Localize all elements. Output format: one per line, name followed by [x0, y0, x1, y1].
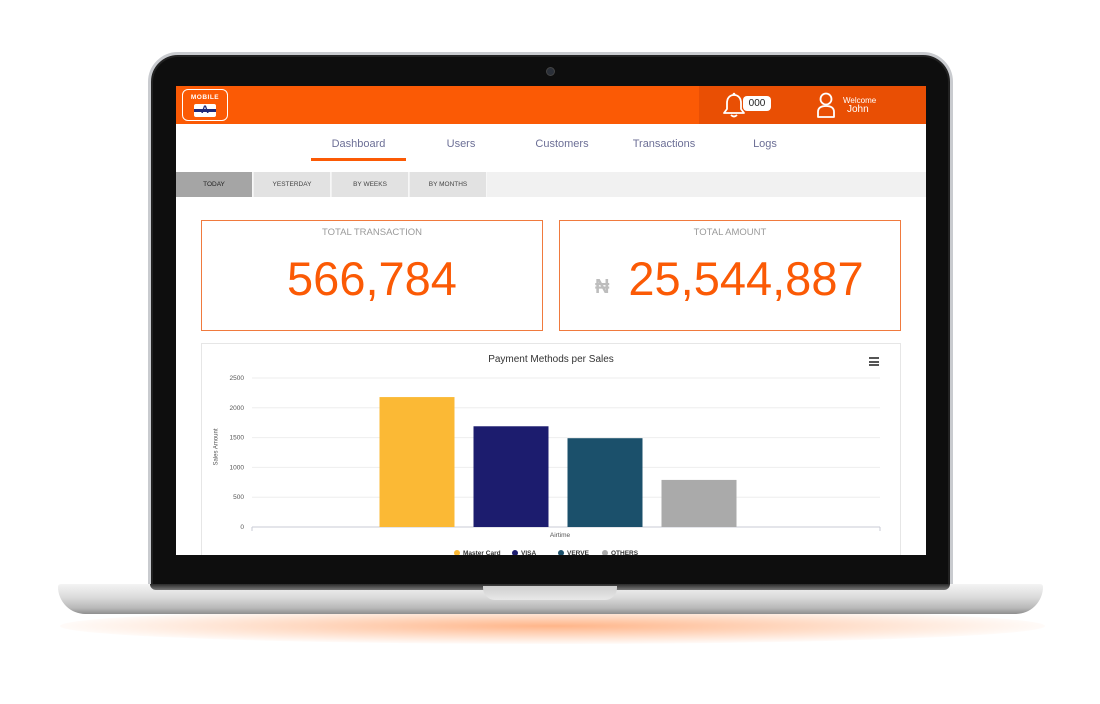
total-transaction-card: TOTAL TRANSACTION 566,784 [201, 220, 543, 331]
active-tab-indicator [311, 158, 406, 161]
laptop-bezel [176, 555, 926, 577]
payment-methods-chart: Payment Methods per Sales Sales Amount 0… [201, 343, 901, 555]
bar-verve [567, 438, 643, 527]
legend-label: VERVE [567, 550, 590, 555]
logo-text: MOBILE [190, 94, 220, 101]
filter-yesterday[interactable]: YESTERDAY [254, 172, 331, 197]
legend-marker [558, 550, 564, 555]
period-filter-bar: TODAY YESTERDAY BY WEEKS BY MONTHS [176, 172, 926, 197]
filter-by-weeks[interactable]: BY WEEKS [332, 172, 409, 197]
total-amount-card: TOTAL AMOUNT ₦ 25,544,887 [559, 220, 901, 331]
total-amount-label: TOTAL AMOUNT [693, 227, 767, 238]
y-tick-label: 1000 [230, 464, 245, 471]
filter-today[interactable]: TODAY [176, 172, 253, 197]
total-transaction-label: TOTAL TRANSACTION [322, 227, 422, 238]
bar-others [661, 479, 737, 527]
total-amount-value: 25,544,887 [628, 252, 864, 305]
legend-label: OTHERS [611, 550, 639, 555]
legend-label: Master Card [463, 550, 501, 555]
notification-count-badge[interactable]: 000 [743, 96, 771, 111]
nav-tab-logs[interactable]: Logs [732, 138, 798, 150]
x-category-label: Airtime [550, 532, 571, 539]
product-mockup: MOBILE A 000 Welcome John Dashboard User… [0, 0, 1100, 704]
y-tick-label: 2500 [230, 375, 245, 382]
y-tick-label: 0 [240, 524, 244, 531]
y-tick-label: 1500 [230, 435, 245, 442]
legend-marker [512, 550, 518, 555]
logo-letter: A [201, 104, 209, 116]
main-nav: Dashboard Users Customers Transactions L… [176, 124, 926, 171]
bar-master-card [379, 397, 455, 527]
y-tick-label: 2000 [230, 405, 245, 412]
username-label: John [847, 104, 869, 115]
logo-mark: A [194, 104, 216, 117]
nav-tab-customers[interactable]: Customers [524, 138, 600, 150]
legend-marker [454, 550, 460, 555]
webcam [546, 67, 555, 76]
bar-visa [473, 426, 549, 527]
mobile-a-logo[interactable]: MOBILE A [182, 89, 228, 121]
laptop-notch [483, 586, 617, 600]
dashboard-screen: MOBILE A 000 Welcome John Dashboard User… [176, 86, 926, 555]
user-icon[interactable] [816, 92, 836, 119]
nav-tab-users[interactable]: Users [426, 138, 496, 150]
legend-label: VISA [521, 550, 536, 555]
nav-tab-transactions[interactable]: Transactions [623, 138, 705, 150]
filter-by-months[interactable]: BY MONTHS [410, 172, 487, 197]
nav-tab-dashboard[interactable]: Dashboard [316, 138, 401, 150]
legend-marker [602, 550, 608, 555]
y-tick-label: 500 [233, 494, 244, 501]
top-bar: MOBILE A 000 Welcome John [176, 86, 926, 124]
chart-plot-area: 0 500 1000 1500 2000 2500 Airtime Master Card VI… [230, 375, 881, 555]
total-transaction-value: 566,784 [287, 252, 457, 305]
